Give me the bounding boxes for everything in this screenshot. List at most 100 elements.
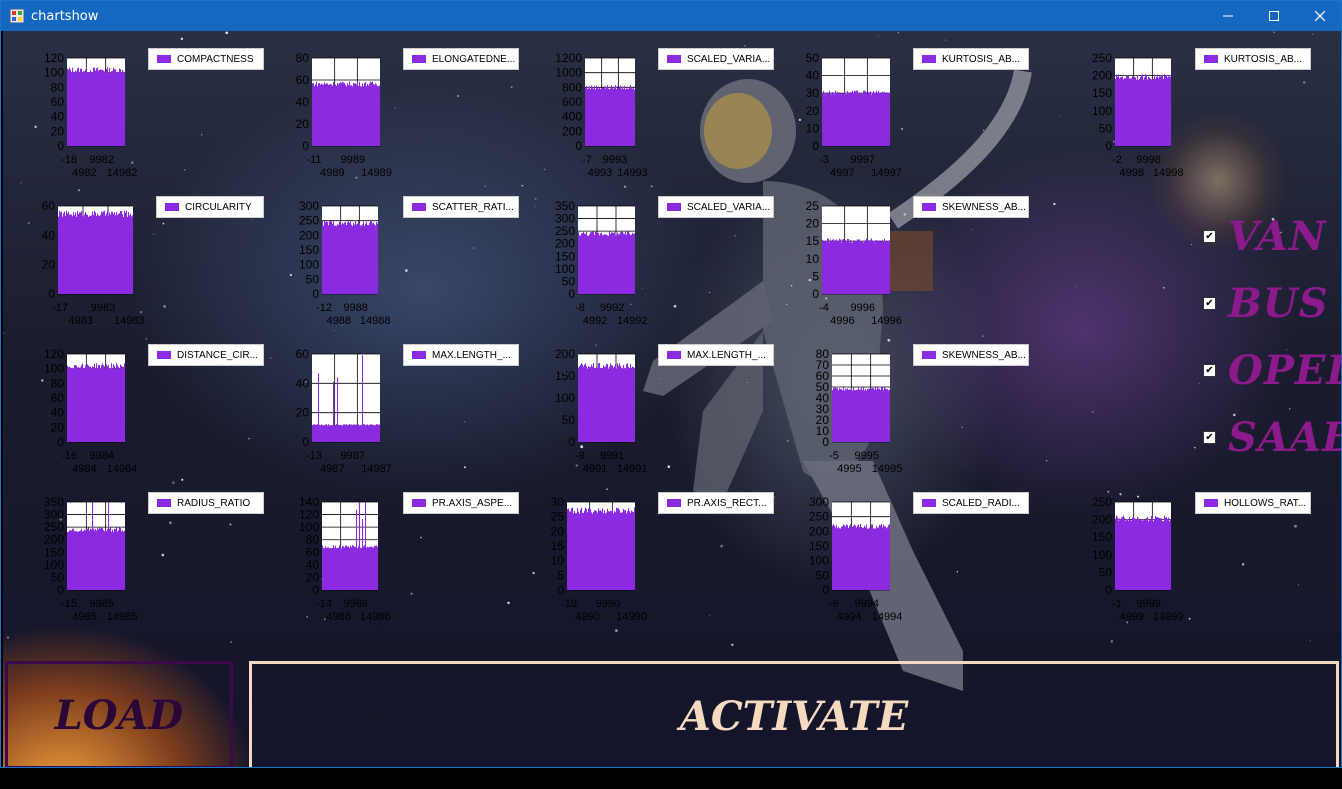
bar — [115, 369, 117, 442]
bus-label[interactable]: BUS — [1228, 280, 1329, 327]
y-tick-label: 600 — [562, 95, 582, 109]
bar — [342, 81, 344, 146]
bar — [597, 367, 599, 442]
maximize-button[interactable] — [1251, 1, 1297, 31]
bar — [839, 388, 841, 442]
bar — [850, 239, 852, 294]
bar — [619, 234, 621, 294]
x-tick-label: 9994 — [855, 598, 879, 610]
bar — [1146, 74, 1148, 146]
bar — [118, 72, 120, 146]
y-tick-label: 400 — [562, 110, 582, 124]
bar — [626, 88, 628, 146]
bar — [371, 546, 373, 590]
bar — [624, 367, 626, 442]
saab-checkbox[interactable]: ✔ — [1203, 431, 1216, 444]
bar — [883, 390, 885, 442]
bar — [324, 425, 326, 442]
title-bar[interactable]: chartshow — [1, 1, 1341, 31]
bar — [372, 424, 374, 442]
bar — [375, 225, 377, 294]
activate-button[interactable]: ACTIVATE — [249, 661, 1339, 767]
bar — [131, 216, 133, 294]
x-tick-label: 14996 — [871, 315, 902, 327]
opel-label[interactable]: OPEL — [1228, 347, 1341, 394]
bar — [372, 546, 374, 590]
van-checkbox[interactable]: ✔ — [1203, 230, 1216, 243]
check-van[interactable]: ✔ VAN — [1203, 213, 1327, 260]
legend-label: PR.AXIS_RECT... — [687, 497, 767, 509]
bar — [73, 212, 75, 294]
bar — [586, 509, 588, 590]
y-tick-label: 300 — [299, 199, 319, 213]
bar — [93, 215, 95, 294]
star — [982, 129, 985, 131]
bar — [351, 547, 353, 590]
bar — [1133, 78, 1135, 146]
bar — [82, 531, 84, 590]
minimize-button[interactable] — [1205, 1, 1251, 31]
bar — [315, 424, 317, 442]
bar — [67, 532, 69, 590]
bar — [114, 212, 116, 294]
bar — [313, 83, 315, 146]
bar — [336, 226, 338, 294]
van-label[interactable]: VAN — [1228, 213, 1327, 260]
bar — [356, 84, 358, 146]
x-tick-label: -2 — [1112, 154, 1122, 166]
x-tick-label: -8 — [575, 302, 585, 314]
bar — [578, 232, 580, 294]
check-opel[interactable]: ✔ OPEL — [1203, 347, 1341, 394]
bar — [593, 363, 595, 442]
bar — [334, 547, 336, 590]
y-tick-label: 0 — [812, 139, 819, 153]
bar — [602, 87, 604, 146]
bar — [1160, 518, 1162, 590]
bar — [105, 71, 107, 146]
bar — [96, 363, 98, 442]
bar — [111, 531, 113, 590]
bar — [321, 83, 323, 146]
bar — [611, 232, 613, 294]
load-button[interactable]: LOAD — [5, 661, 233, 767]
bar — [881, 92, 883, 146]
bar — [72, 67, 74, 146]
bar — [117, 215, 119, 294]
bar — [634, 233, 636, 294]
bar — [129, 215, 131, 294]
close-button[interactable] — [1297, 1, 1341, 31]
saab-label[interactable]: SAAB — [1228, 414, 1341, 461]
bus-checkbox[interactable]: ✔ — [1203, 297, 1216, 310]
star — [163, 304, 167, 308]
bar — [874, 92, 876, 146]
bar — [348, 425, 350, 442]
check-saab[interactable]: ✔ SAAB — [1203, 414, 1341, 461]
x-tick-label: 4987 — [320, 463, 344, 475]
bar — [831, 94, 833, 146]
bar — [120, 69, 122, 146]
bar — [586, 86, 588, 146]
bar — [374, 224, 376, 294]
bar — [117, 531, 119, 590]
window-title: chartshow — [31, 9, 99, 24]
bar — [1150, 520, 1152, 590]
x-tick-label: 14994 — [872, 611, 903, 623]
bar — [889, 240, 891, 294]
bar — [327, 425, 329, 442]
bar — [83, 71, 85, 146]
bar — [355, 424, 357, 442]
bar — [622, 511, 624, 590]
legend-swatch — [667, 499, 681, 507]
bar — [362, 519, 364, 590]
close-icon — [1315, 11, 1325, 21]
bar — [866, 390, 868, 442]
bar — [590, 232, 592, 294]
opel-checkbox[interactable]: ✔ — [1203, 364, 1216, 377]
bar — [338, 224, 340, 294]
bar — [1152, 515, 1154, 590]
y-tick-label: 60 — [296, 73, 310, 87]
star — [961, 426, 963, 428]
bar — [846, 524, 848, 590]
check-bus[interactable]: ✔ BUS — [1203, 280, 1329, 327]
bar — [865, 389, 867, 442]
